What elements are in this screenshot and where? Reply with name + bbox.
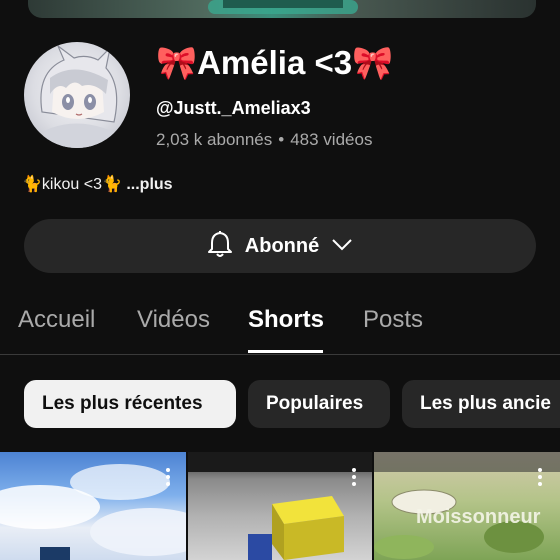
short-thumbnail[interactable]	[188, 452, 372, 560]
subscriber-count: 2,03 k abonnés	[156, 130, 273, 149]
description-text: 🐈kikou <3🐈	[22, 176, 122, 193]
channel-stats: 2,03 k abonnés • 483 vidéos	[156, 130, 372, 150]
tab-shorts[interactable]: Shorts	[248, 306, 324, 334]
tab-home[interactable]: Accueil	[18, 306, 95, 334]
filter-chip-oldest[interactable]: Les plus ancie	[402, 380, 560, 428]
subscribe-button[interactable]: Abonné	[24, 219, 536, 273]
more-link[interactable]: ...plus	[126, 176, 172, 193]
channel-banner	[28, 0, 536, 18]
stats-separator: •	[278, 130, 285, 149]
short-thumbnail[interactable]	[0, 452, 186, 560]
filter-chip-popular[interactable]: Populaires	[248, 380, 390, 428]
bell-icon	[207, 230, 233, 263]
subscribe-label: Abonné	[244, 234, 320, 257]
channel-avatar[interactable]	[24, 42, 130, 148]
video-count: 483 vidéos	[290, 130, 373, 149]
more-options-icon[interactable]	[160, 466, 176, 488]
tab-posts[interactable]: Posts	[363, 306, 423, 334]
tab-videos[interactable]: Vidéos	[137, 306, 210, 334]
channel-handle: @Justt._Ameliax3	[156, 98, 311, 118]
channel-description[interactable]: 🐈kikou <3🐈 ...plus	[22, 174, 173, 194]
short-overlay-text: Moissonneur	[416, 506, 541, 528]
more-options-icon[interactable]	[532, 466, 548, 488]
more-options-icon[interactable]	[346, 466, 362, 488]
channel-name: 🎀Amélia <3🎀	[156, 44, 394, 81]
active-tab-indicator	[248, 350, 323, 353]
channel-tabs: Accueil Vidéos Shorts Posts	[0, 300, 560, 355]
short-thumbnail[interactable]: Moissonneur	[374, 452, 560, 560]
filter-chip-recent[interactable]: Les plus récentes	[24, 380, 236, 428]
chevron-down-icon	[331, 237, 353, 256]
